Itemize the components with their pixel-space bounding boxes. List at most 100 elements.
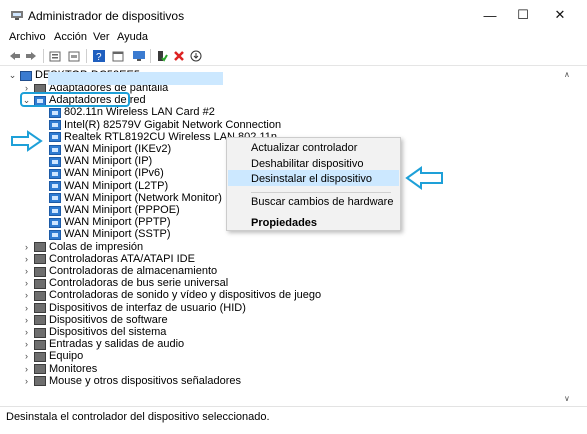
- ctx-scan-hardware[interactable]: Buscar cambios de hardware: [251, 196, 393, 208]
- tree-item-label: WAN Miniport (IP): [64, 155, 153, 168]
- toolbar-separator: [150, 49, 151, 63]
- toolbar: ?: [0, 46, 587, 66]
- tree-device-item[interactable]: WAN Miniport (Network Monitor): [36, 192, 222, 205]
- tree-category-item[interactable]: › Controladoras ATA/ATAPI IDE: [22, 253, 195, 266]
- show-hidden-icon[interactable]: [66, 48, 82, 64]
- tree-item-label: WAN Miniport (Network Monitor): [64, 191, 222, 204]
- tree-device-item[interactable]: Intel(R) 82579V Gigabit Network Connecti…: [36, 119, 281, 132]
- device-category-icon: [34, 327, 46, 338]
- tree-device-item[interactable]: WAN Miniport (IP): [36, 155, 152, 168]
- tree-device-item[interactable]: WAN Miniport (PPTP): [36, 216, 171, 229]
- menu-archivo[interactable]: Archivo: [9, 31, 46, 43]
- scroll-up-icon[interactable]: ∧: [564, 70, 570, 79]
- toolbar-separator: [43, 49, 44, 63]
- tree-category-item[interactable]: › Colas de impresión: [22, 241, 143, 254]
- network-adapter-icon: [49, 120, 61, 131]
- uninstall-icon[interactable]: [171, 48, 187, 64]
- network-adapter-icon: [49, 217, 61, 228]
- tree-category-item[interactable]: › Entradas y salidas de audio: [22, 338, 184, 351]
- device-category-icon: [34, 290, 46, 301]
- tree-device-item[interactable]: WAN Miniport (PPPOE): [36, 204, 180, 217]
- tree-item-label: Intel(R) 82579V Gigabit Network Connecti…: [64, 118, 282, 131]
- annotation-arrow-left-icon: [405, 166, 443, 190]
- tree-category-item[interactable]: › Controladoras de almacenamiento: [22, 265, 217, 278]
- ctx-disable-device[interactable]: Deshabilitar dispositivo: [251, 158, 364, 170]
- device-category-icon: [34, 254, 46, 265]
- tree-category-item[interactable]: › Monitores: [22, 363, 97, 376]
- tree-item-label: Controladoras de almacenamiento: [49, 265, 218, 277]
- help-icon[interactable]: ?: [91, 48, 107, 64]
- tree-device-item[interactable]: 802.11n Wireless LAN Card #2: [36, 106, 215, 119]
- download-icon[interactable]: [188, 48, 204, 64]
- computer-icon: [20, 70, 32, 81]
- ctx-uninstall-device[interactable]: Desinstalar el dispositivo: [251, 173, 372, 185]
- back-icon[interactable]: [7, 48, 23, 64]
- tree-item-label: WAN Miniport (PPTP): [64, 216, 171, 229]
- expand-arrow-icon[interactable]: ›: [22, 277, 31, 290]
- view-icon[interactable]: [110, 48, 126, 64]
- title-bar: Administrador de dispositivos — ☐ ✕: [0, 0, 587, 30]
- menu-accion[interactable]: Acción: [54, 31, 87, 43]
- device-tree[interactable]: ⌄ DESKTOP-DC52EE5 ›Adaptadores de pantal…: [0, 66, 572, 406]
- tree-category-item[interactable]: › Controladoras de bus serie universal: [22, 277, 228, 290]
- scroll-down-icon[interactable]: ∨: [564, 394, 570, 403]
- svg-text:?: ?: [96, 52, 102, 62]
- tree-item-label: 802.11n Wireless LAN Card #2: [64, 106, 215, 119]
- menu-ayuda[interactable]: Ayuda: [117, 31, 148, 43]
- expand-arrow-icon[interactable]: ›: [22, 302, 31, 315]
- tree-category-item[interactable]: › Equipo: [22, 350, 83, 363]
- tree-item-label: WAN Miniport (SSTP): [64, 228, 171, 241]
- menu-bar: Archivo Acción Ver Ayuda: [0, 30, 587, 45]
- annotation-highlight-box: [20, 92, 130, 107]
- close-button[interactable]: ✕: [540, 0, 580, 30]
- network-adapter-icon: [49, 229, 61, 240]
- monitor-icon[interactable]: [131, 48, 147, 64]
- device-category-icon: [34, 242, 46, 253]
- tree-item-label: Controladoras de bus serie universal: [49, 277, 229, 290]
- expand-arrow-icon[interactable]: ›: [22, 253, 31, 266]
- tree-category-item[interactable]: › Dispositivos de interfaz de usuario (HI…: [22, 302, 246, 315]
- properties-icon[interactable]: [47, 48, 63, 64]
- forward-icon[interactable]: [23, 48, 39, 64]
- tree-device-item[interactable]: WAN Miniport (IKEv2): [36, 143, 171, 156]
- tree-device-item[interactable]: WAN Miniport (SSTP): [36, 228, 171, 241]
- network-adapter-icon: [49, 144, 61, 155]
- status-bar: Desinstala el controlador del dispositiv…: [0, 406, 587, 428]
- expand-arrow-icon[interactable]: ›: [22, 375, 31, 388]
- tree-item-label: Controladoras ATA/ATAPI IDE: [49, 252, 195, 265]
- device-category-icon: [34, 266, 46, 277]
- tree-category-item[interactable]: › Dispositivos del sistema: [22, 326, 166, 339]
- status-text: Desinstala el controlador del dispositiv…: [6, 411, 270, 423]
- device-category-icon: [34, 376, 46, 387]
- menu-ver[interactable]: Ver: [93, 31, 110, 43]
- network-adapter-icon: [49, 181, 61, 192]
- network-adapter-icon: [49, 193, 61, 204]
- tree-category-item[interactable]: › Controladoras de sonido y vídeo y dispo…: [22, 289, 321, 302]
- tree-item-label: Dispositivos de software: [49, 313, 168, 326]
- device-category-icon: [34, 364, 46, 375]
- tree-category-item[interactable]: › Mouse y otros dispositivos señaladores: [22, 375, 241, 388]
- enable-driver-icon[interactable]: [154, 48, 170, 64]
- tree-category-item[interactable]: › Dispositivos de software: [22, 314, 168, 327]
- expand-arrow-icon[interactable]: ›: [22, 338, 31, 351]
- ctx-properties[interactable]: Propiedades: [251, 217, 317, 229]
- expand-arrow-icon[interactable]: ›: [22, 350, 31, 363]
- network-adapter-icon: [49, 132, 61, 143]
- expand-arrow-icon[interactable]: ›: [22, 326, 31, 339]
- expand-arrow-icon[interactable]: ›: [22, 363, 31, 376]
- tree-device-item[interactable]: WAN Miniport (IPv6): [36, 167, 164, 180]
- vertical-scrollbar[interactable]: ∧ ∨: [564, 66, 576, 406]
- expand-arrow-icon[interactable]: ›: [22, 314, 31, 327]
- maximize-button[interactable]: ☐: [503, 0, 543, 30]
- context-menu: Actualizar controlador Deshabilitar disp…: [226, 137, 401, 231]
- expand-arrow-icon[interactable]: ›: [22, 289, 31, 302]
- ctx-separator: [251, 192, 391, 193]
- expand-arrow-icon[interactable]: ⌄: [8, 69, 17, 82]
- tree-item-label: WAN Miniport (IPv6): [64, 167, 164, 180]
- expand-arrow-icon[interactable]: ›: [22, 265, 31, 278]
- tree-item-label: Equipo: [49, 350, 84, 363]
- expand-arrow-icon[interactable]: ›: [22, 241, 31, 254]
- device-manager-icon: [10, 9, 24, 21]
- ctx-update-driver[interactable]: Actualizar controlador: [251, 142, 357, 154]
- tree-device-item[interactable]: WAN Miniport (L2TP): [36, 180, 168, 193]
